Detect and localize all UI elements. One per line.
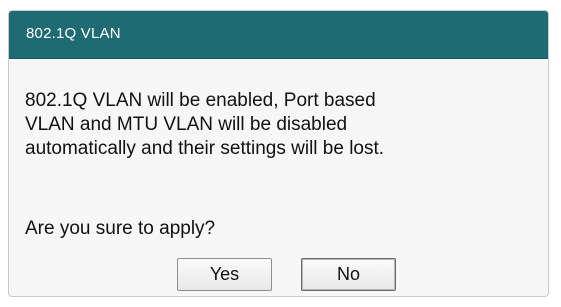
message-line-3: automatically and their settings will be… — [25, 138, 385, 159]
confirm-question: Are you sure to apply? — [25, 218, 216, 239]
message-line-1: 802.1Q VLAN will be enabled, Port based — [25, 90, 376, 111]
dialog-title: 802.1Q VLAN — [26, 25, 121, 42]
yes-button[interactable]: Yes — [177, 258, 272, 291]
message-line-2: VLAN and MTU VLAN will be disabled — [25, 114, 348, 135]
confirm-dialog: 802.1Q VLAN 802.1Q VLAN will be enabled,… — [8, 10, 549, 297]
dialog-message: 802.1Q VLAN will be enabled, Port based … — [25, 89, 530, 161]
no-button[interactable]: No — [301, 258, 396, 291]
dialog-titlebar: 802.1Q VLAN — [9, 11, 548, 59]
